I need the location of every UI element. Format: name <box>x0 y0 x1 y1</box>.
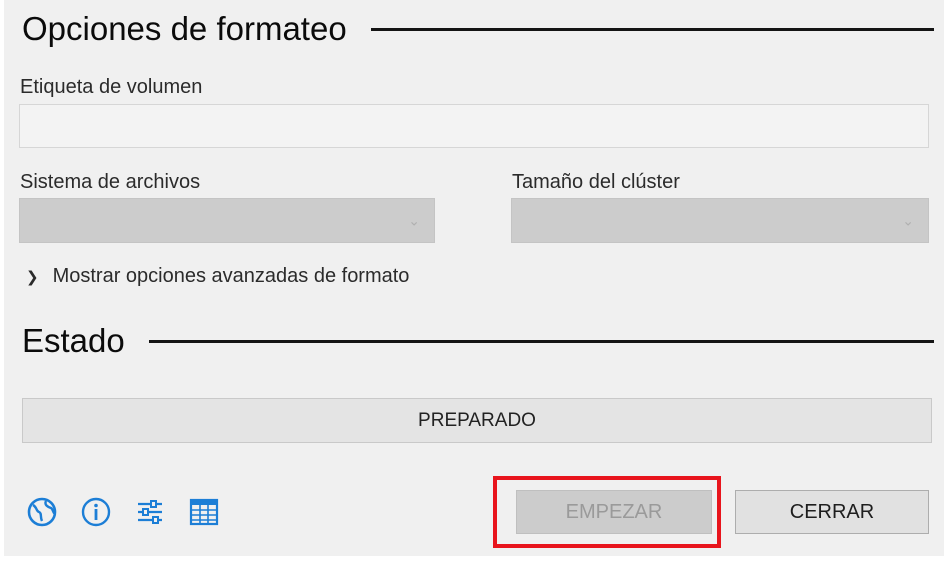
status-progress-bar: PREPARADO <box>22 398 932 443</box>
volume-label-input[interactable] <box>19 104 929 148</box>
close-button[interactable]: CERRAR <box>735 490 929 534</box>
advanced-options-label: Mostrar opciones avanzadas de formato <box>52 265 410 287</box>
cluster-size-caption: Tamaño del clúster <box>512 171 680 193</box>
advanced-options-toggle[interactable]: ❯ Mostrar opciones avanzadas de formato <box>26 265 409 288</box>
info-icon[interactable] <box>80 496 112 528</box>
globe-icon[interactable] <box>26 496 58 528</box>
status-text: PREPARADO <box>418 409 536 431</box>
cluster-size-select[interactable]: ⌄ <box>511 198 929 243</box>
format-options-heading: Opciones de formateo <box>22 10 934 48</box>
heading-divider <box>148 339 934 343</box>
settings-sliders-icon[interactable] <box>134 496 166 528</box>
format-options-title: Opciones de formateo <box>22 10 347 47</box>
chevron-down-icon: ⌄ <box>408 212 420 228</box>
bottom-toolbar <box>26 496 220 528</box>
filesystem-select[interactable]: ⌄ <box>19 198 435 243</box>
start-button-highlight <box>493 476 721 548</box>
format-window: Opciones de formateo Etiqueta de volumen… <box>4 0 944 556</box>
status-title: Estado <box>22 322 125 359</box>
heading-divider <box>370 27 934 31</box>
chevron-down-icon: ❯ <box>26 268 39 286</box>
filesystem-caption: Sistema de archivos <box>20 171 201 193</box>
status-heading: Estado <box>22 322 934 360</box>
volume-label-caption: Etiqueta de volumen <box>20 76 203 98</box>
chevron-down-icon: ⌄ <box>902 212 914 228</box>
log-table-icon[interactable] <box>188 496 220 528</box>
